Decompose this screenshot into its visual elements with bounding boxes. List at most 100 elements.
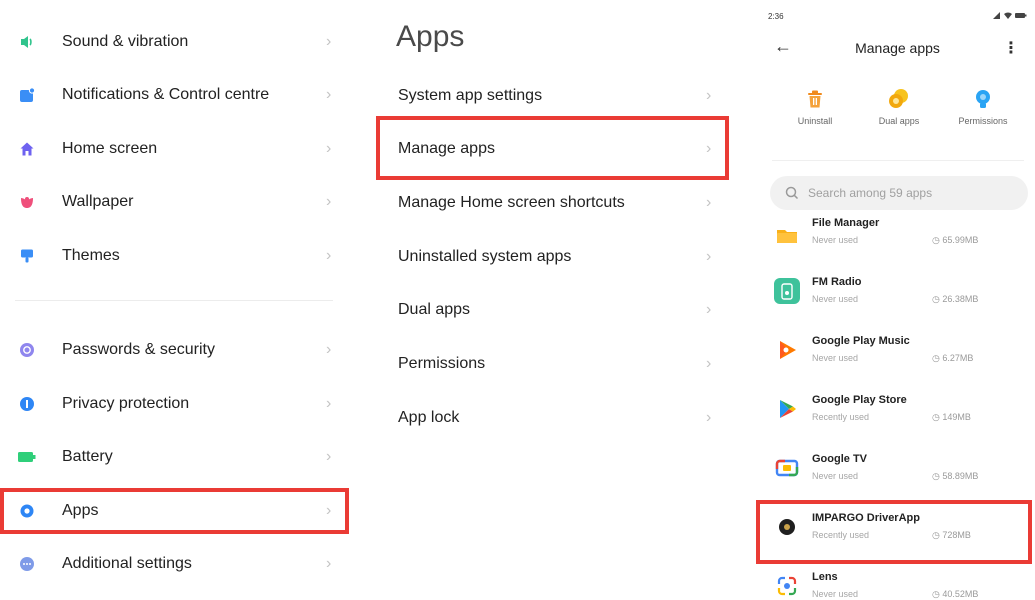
wifi-icon: [1004, 12, 1012, 19]
permissions-icon: [972, 88, 994, 110]
dual-apps-button[interactable]: Dual apps: [864, 88, 934, 126]
apps-item-label: Dual apps: [398, 301, 471, 318]
app-usage: Never used: [812, 235, 859, 245]
apps-item-uninstalled-system-apps[interactable]: Uninstalled system apps ›: [380, 235, 725, 279]
play-music-icon: [774, 337, 800, 363]
app-usage: Never used: [812, 471, 859, 481]
wallpaper-icon: [18, 193, 36, 211]
app-size: ◷ 149MB: [932, 412, 971, 423]
settings-item-label: Sound & vibration: [62, 33, 189, 50]
play-store-icon: [774, 396, 800, 422]
app-row-google-tv[interactable]: Google TV Never used ◷ 58.89MB: [760, 449, 1035, 507]
notification-icon: [18, 86, 36, 104]
themes-icon: [18, 247, 36, 265]
chevron-right-icon: ›: [326, 448, 332, 465]
highlight-box-apps: [0, 488, 349, 534]
app-row-lens[interactable]: Lens Never used ◷ 40.52MB: [760, 567, 1035, 600]
chevron-right-icon: ›: [326, 395, 332, 412]
chevron-right-icon: ›: [326, 247, 332, 264]
clock-icon: ◷: [932, 412, 943, 422]
chevron-right-icon: ›: [326, 341, 332, 358]
apps-item-label: Manage Home screen shortcuts: [398, 194, 625, 211]
battery-icon: [18, 448, 36, 466]
settings-item-label: Wallpaper: [62, 193, 134, 210]
settings-item-label: Themes: [62, 247, 120, 264]
app-size: ◷ 65.99MB: [932, 235, 978, 246]
app-size: ◷ 40.52MB: [932, 589, 978, 600]
apps-item-system-app-settings[interactable]: System app settings ›: [380, 74, 725, 118]
app-size-value: 40.52MB: [942, 589, 979, 599]
apps-item-label: Uninstalled system apps: [398, 248, 572, 265]
chevron-right-icon: ›: [706, 194, 712, 211]
settings-item-passwords[interactable]: Passwords & security ›: [0, 328, 345, 372]
clock-icon: ◷: [932, 235, 943, 245]
apps-item-app-lock[interactable]: App lock ›: [380, 396, 725, 440]
lock-icon: [18, 341, 36, 359]
apps-item-home-screen-shortcuts[interactable]: Manage Home screen shortcuts ›: [380, 181, 725, 225]
lens-icon: [774, 573, 800, 599]
page-title: Apps: [396, 20, 465, 53]
app-name: Google Play Store: [812, 394, 907, 406]
settings-item-label: Passwords & security: [62, 341, 215, 358]
more-icon: [18, 555, 36, 573]
radio-icon: [774, 278, 800, 304]
app-size-value: 65.99MB: [942, 235, 979, 245]
apps-item-dual-apps[interactable]: Dual apps ›: [380, 288, 725, 332]
app-row-fm-radio[interactable]: FM Radio Never used ◷ 26.38MB: [760, 272, 1035, 330]
home-icon: [18, 140, 36, 158]
chevron-right-icon: ›: [706, 87, 712, 104]
dual-apps-label: Dual apps: [878, 116, 920, 126]
google-tv-icon: [774, 455, 800, 481]
uninstall-button[interactable]: Uninstall: [780, 88, 850, 126]
permissions-button[interactable]: Permissions: [948, 88, 1018, 126]
clock-icon: ◷: [932, 589, 943, 599]
settings-item-sound[interactable]: Sound & vibration ›: [0, 20, 345, 64]
speaker-icon: [18, 33, 36, 51]
app-name: Lens: [812, 571, 838, 583]
settings-item-label: Notifications & Control centre: [62, 86, 270, 103]
chevron-right-icon: ›: [706, 409, 712, 426]
settings-item-battery[interactable]: Battery ›: [0, 435, 345, 479]
settings-item-label: Additional settings: [62, 555, 192, 572]
clock-icon: ◷: [932, 471, 943, 481]
apps-item-label: System app settings: [398, 87, 543, 104]
chevron-right-icon: ›: [326, 193, 332, 210]
app-size-value: 58.89MB: [942, 471, 979, 481]
app-row-google-play-music[interactable]: Google Play Music Never used ◷ 6.27MB: [760, 331, 1035, 389]
highlight-box-impargo: [756, 500, 1032, 564]
app-size-value: 149MB: [942, 412, 971, 422]
trash-icon: [804, 88, 826, 110]
search-input[interactable]: [808, 186, 1008, 200]
settings-item-themes[interactable]: Themes ›: [0, 234, 345, 278]
app-row-google-play-store[interactable]: Google Play Store Recently used ◷ 149MB: [760, 390, 1035, 448]
app-size-value: 6.27MB: [942, 353, 974, 363]
status-time: 2:36: [768, 12, 784, 21]
chevron-right-icon: ›: [706, 248, 712, 265]
app-usage: Never used: [812, 294, 859, 304]
app-name: FM Radio: [812, 276, 862, 288]
chevron-right-icon: ›: [326, 140, 332, 157]
settings-panel: Sound & vibration › Notifications & Cont…: [0, 0, 360, 600]
status-icons: [993, 11, 1027, 22]
settings-item-home-screen[interactable]: Home screen ›: [0, 127, 345, 171]
settings-item-additional[interactable]: Additional settings ›: [0, 542, 345, 586]
signal-icon: [993, 12, 1000, 19]
settings-item-privacy[interactable]: Privacy protection ›: [0, 382, 345, 426]
app-name: Google Play Music: [812, 335, 910, 347]
apps-item-permissions[interactable]: Permissions ›: [380, 342, 725, 386]
chevron-right-icon: ›: [326, 555, 332, 572]
search-bar[interactable]: [770, 176, 1028, 210]
app-size: ◷ 58.89MB: [932, 471, 978, 482]
settings-item-label: Privacy protection: [62, 395, 190, 412]
settings-item-wallpaper[interactable]: Wallpaper ›: [0, 180, 345, 224]
app-usage: Never used: [812, 589, 859, 599]
settings-item-notifications[interactable]: Notifications & Control centre ›: [0, 73, 345, 117]
search-icon: [785, 186, 799, 200]
app-row-file-manager[interactable]: File Manager Never used ◷ 65.99MB: [760, 214, 1035, 272]
uninstall-label: Uninstall: [797, 116, 833, 126]
app-usage: Recently used: [812, 412, 870, 422]
battery-status-icon: [1015, 13, 1027, 18]
app-usage: Never used: [812, 353, 859, 363]
apps-item-label: Permissions: [398, 355, 486, 372]
more-vertical-icon[interactable]: ⋮: [1003, 38, 1019, 58]
